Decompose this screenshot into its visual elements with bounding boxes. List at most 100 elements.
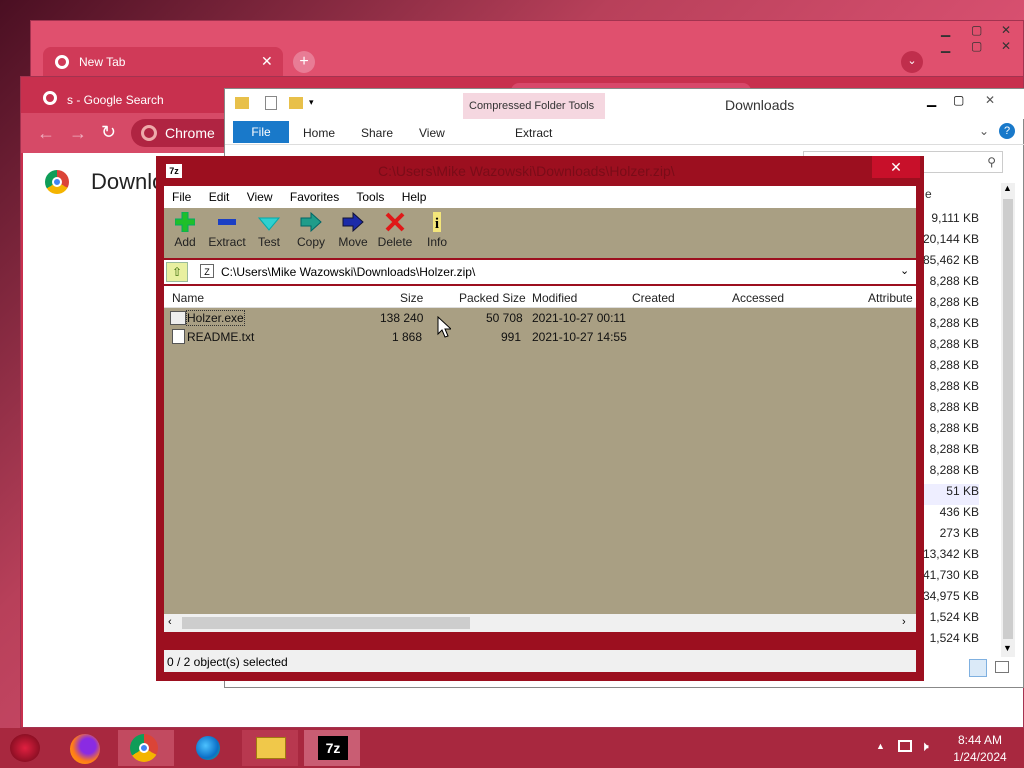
menu-edit[interactable]: Edit <box>209 190 230 204</box>
close-icon[interactable]: ✕ <box>1001 39 1011 53</box>
move-label: Move <box>338 235 368 249</box>
start-button-icon[interactable] <box>10 734 40 762</box>
menu-view[interactable]: View <box>247 190 273 204</box>
sevenzip-titlebar: 7z C:\Users\Mike Wazowski\Downloads\Holz… <box>156 156 924 186</box>
col-packed-size[interactable]: Packed Size <box>459 291 526 305</box>
exe-file-icon <box>170 311 186 325</box>
firefox-icon[interactable] <box>70 734 100 764</box>
close-icon[interactable]: ✕ <box>1001 23 1011 37</box>
help-icon[interactable]: ? <box>999 123 1015 139</box>
copy-button[interactable]: Copy <box>290 212 332 249</box>
ribbon-tab-view[interactable]: View <box>419 126 445 140</box>
size-cell: 8,288 KB <box>929 337 979 351</box>
svg-text:i: i <box>435 216 439 232</box>
network-icon[interactable] <box>898 740 912 752</box>
delete-button[interactable]: Delete <box>374 212 416 249</box>
file-packed-size: 50 708 <box>486 311 523 325</box>
ribbon-file-tab[interactable]: File <box>233 121 289 143</box>
close-icon[interactable]: ✕ <box>985 93 995 107</box>
tab-google-search[interactable]: s - Google Search <box>33 85 233 113</box>
file-name: Holzer.exe <box>186 310 245 326</box>
table-row[interactable]: README.txt 1 868 991 2021-10-27 14:55 <box>164 327 916 346</box>
maximize-icon[interactable]: ▢ <box>953 93 964 107</box>
col-created[interactable]: Created <box>632 291 675 305</box>
ribbon-tab-home[interactable]: Home <box>303 126 335 140</box>
sevenzip-taskbar-icon: 7z <box>318 736 348 760</box>
minimize-icon[interactable]: ▁ <box>927 93 936 107</box>
new-tab-button[interactable]: + <box>293 51 315 73</box>
ribbon-expand-icon[interactable]: ⌄ <box>979 124 989 138</box>
horizontal-scrollbar[interactable]: ‹ › <box>164 614 916 632</box>
maximize-icon[interactable]: ▢ <box>971 39 982 53</box>
up-folder-icon[interactable]: ⇧ <box>166 262 188 282</box>
scroll-thumb[interactable] <box>182 617 470 629</box>
path-dropdown-icon[interactable]: ⌄ <box>900 264 909 277</box>
scroll-thumb[interactable] <box>1003 199 1013 639</box>
info-label: Info <box>426 235 447 249</box>
test-button[interactable]: Test <box>248 212 290 249</box>
toolbar: Add Extract Test Copy Move Delete i Info <box>164 208 916 258</box>
move-button[interactable]: Move <box>332 212 374 249</box>
ribbon-tab-share[interactable]: Share <box>361 126 393 140</box>
status-bar: 0 / 2 object(s) selected <box>164 650 916 672</box>
tab-search-button[interactable]: ⌄ <box>901 51 923 73</box>
menu-favorites[interactable]: Favorites <box>290 190 339 204</box>
minimize-icon[interactable]: ▁ <box>941 39 950 53</box>
scroll-down-icon[interactable]: ▼ <box>1003 643 1012 653</box>
qat-dropdown-icon[interactable]: ▾ <box>309 97 314 108</box>
file-name: README.txt <box>187 330 255 344</box>
file-size: 138 240 <box>380 311 424 325</box>
add-button[interactable]: Add <box>164 212 206 249</box>
size-cell: 8,288 KB <box>929 463 979 477</box>
tab-title: New Tab <box>79 55 126 69</box>
tab-new-tab[interactable]: New Tab ✕ <box>43 47 283 77</box>
volume-muted-icon[interactable]: 🕨 <box>920 738 929 755</box>
ribbon-tab-extract[interactable]: Extract <box>515 126 552 140</box>
col-size[interactable]: Size <box>400 291 423 305</box>
plus-icon <box>175 212 195 232</box>
new-folder-icon[interactable] <box>289 97 303 109</box>
size-column-header[interactable]: e <box>925 187 932 201</box>
move-arrow-icon <box>342 212 364 232</box>
properties-icon[interactable] <box>265 96 277 110</box>
tray-chevron-icon[interactable]: ▲ <box>876 741 885 751</box>
clock-date[interactable]: 1/24/2024 <box>950 750 1010 764</box>
context-tab-label: Compressed Folder Tools <box>469 100 595 112</box>
size-cell: 8,288 KB <box>929 379 979 393</box>
explorer-scrollbar[interactable]: ▲ ▼ <box>1001 183 1015 657</box>
maximize-icon[interactable]: ▢ <box>971 23 982 37</box>
size-cell: 85,462 KB <box>922 253 979 267</box>
size-cell: 51 KB <box>919 484 979 505</box>
large-icons-view-icon[interactable] <box>995 661 1009 673</box>
menu-tools[interactable]: Tools <box>356 190 384 204</box>
menu-help[interactable]: Help <box>402 190 427 204</box>
path-input[interactable]: C:\Users\Mike Wazowski\Downloads\Holzer.… <box>221 265 475 279</box>
sevenzip-title: C:\Users\Mike Wazowski\Downloads\Holzer.… <box>378 163 675 179</box>
menu-file[interactable]: File <box>172 190 191 204</box>
scroll-left-icon[interactable]: ‹ <box>168 616 172 628</box>
scroll-right-icon[interactable]: › <box>902 616 906 628</box>
info-button[interactable]: i Info <box>416 212 458 249</box>
search-icon: ⚲ <box>987 155 996 169</box>
sevenzip-window: 7z C:\Users\Mike Wazowski\Downloads\Holz… <box>156 156 924 681</box>
size-cell: 8,288 KB <box>929 400 979 414</box>
extract-button[interactable]: Extract <box>206 212 248 249</box>
col-modified[interactable]: Modified <box>532 291 577 305</box>
table-row[interactable]: Holzer.exe 138 240 50 708 2021-10-27 00:… <box>164 308 916 327</box>
clock-time[interactable]: 8:44 AM <box>950 733 1010 747</box>
col-attributes[interactable]: Attribute <box>868 291 913 305</box>
close-button[interactable]: ✕ <box>872 156 920 178</box>
size-cell: 8,288 KB <box>929 274 979 288</box>
col-name[interactable]: Name <box>172 291 204 305</box>
add-label: Add <box>174 235 196 249</box>
scroll-up-icon[interactable]: ▲ <box>1003 183 1012 193</box>
back-arrow-icon[interactable]: ← <box>37 123 55 144</box>
tab-close-icon[interactable]: ✕ <box>261 53 273 70</box>
size-cell: 273 KB <box>939 526 979 540</box>
minimize-icon[interactable]: ▁ <box>941 23 950 37</box>
delete-x-icon <box>385 212 405 232</box>
details-view-icon[interactable] <box>969 659 987 677</box>
col-accessed[interactable]: Accessed <box>732 291 784 305</box>
forward-arrow-icon[interactable]: → <box>69 123 87 144</box>
reload-icon[interactable]: ↻ <box>101 122 116 143</box>
